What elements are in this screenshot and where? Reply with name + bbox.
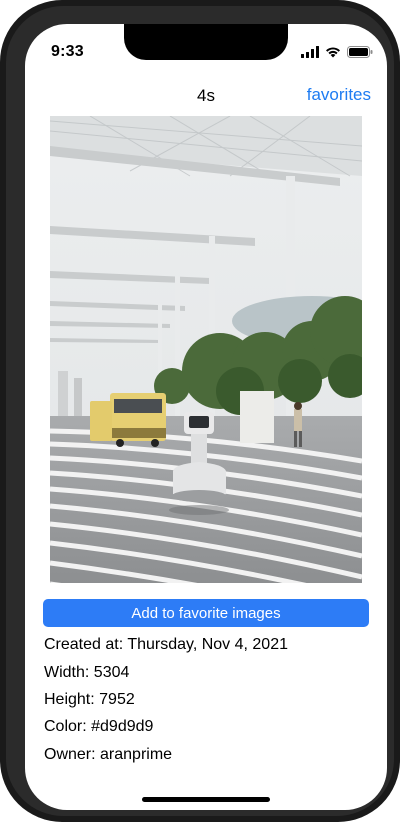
created-at-label: Created at: Thursday, Nov 4, 2021: [44, 636, 288, 653]
status-icons: [301, 45, 373, 63]
cellular-signal-icon: [301, 45, 319, 63]
width-label: Width: 5304: [44, 664, 130, 681]
wifi-icon: [325, 45, 341, 63]
owner-label: Owner: aranprime: [44, 746, 173, 763]
battery-icon: [347, 45, 373, 63]
height-label: Height: 7952: [44, 691, 135, 708]
color-label: Color: #d9d9d9: [44, 718, 154, 735]
photo-illustration: [49, 115, 387, 643]
device-frame: 9:33 4s favorites Add to favorite images…: [0, 0, 400, 822]
photo: [49, 115, 387, 643]
add-to-favorites-button[interactable]: Add to favorite images: [43, 599, 369, 627]
notch: [124, 24, 288, 60]
screen: 9:33 4s favorites Add to favorite images…: [25, 24, 387, 810]
favorites-button[interactable]: favorites: [307, 85, 371, 105]
status-time: 9:33: [51, 43, 84, 60]
device-bezel: 9:33 4s favorites Add to favorite images…: [6, 6, 394, 816]
home-indicator[interactable]: [142, 797, 270, 802]
